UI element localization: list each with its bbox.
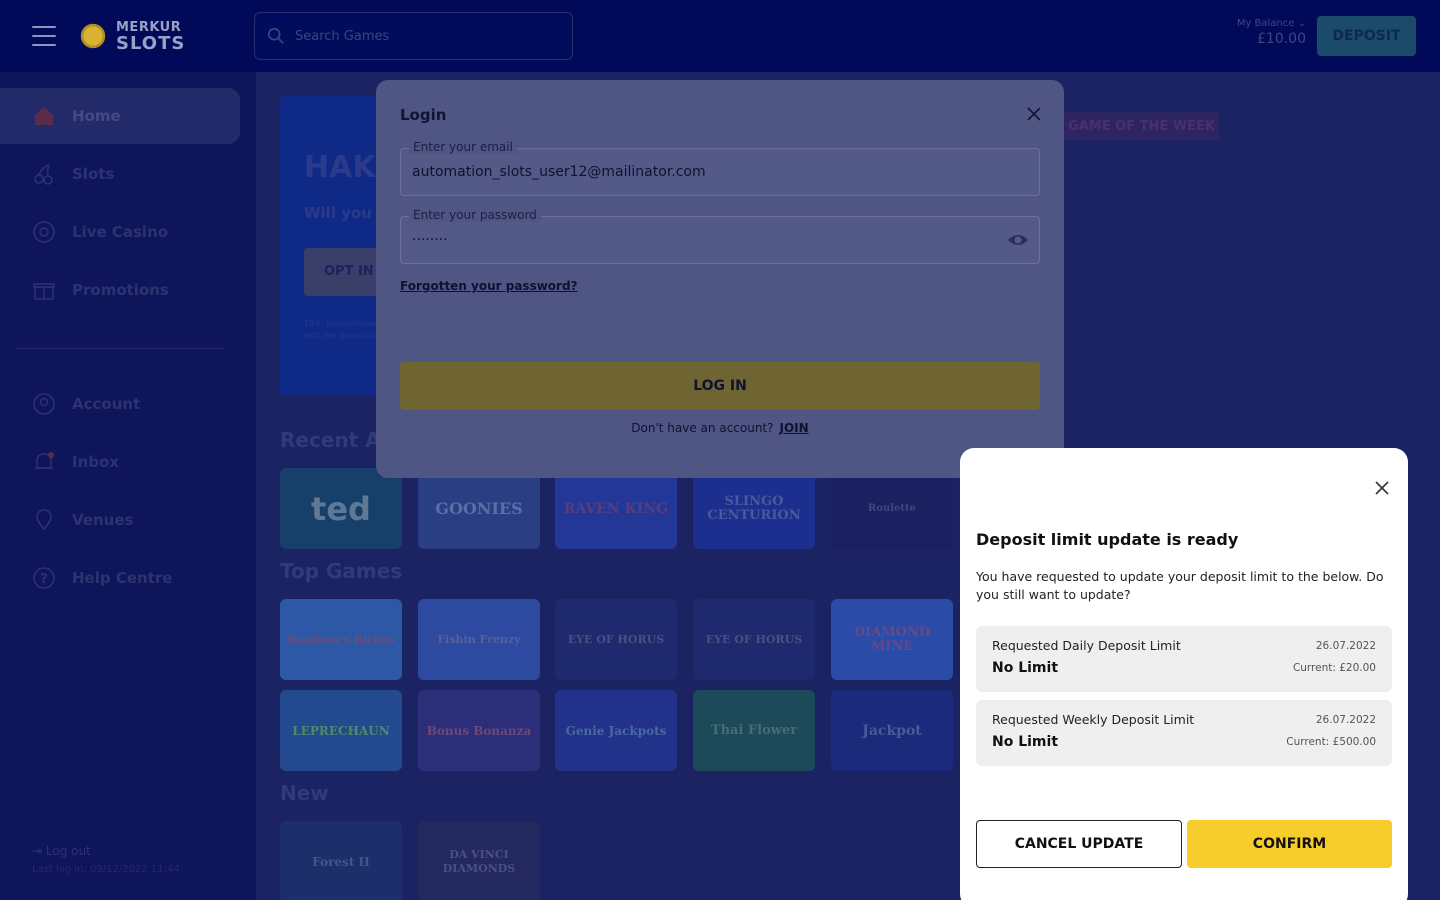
limit-name: Requested Daily Deposit Limit [992,638,1181,653]
sidebar-item-label: Live Casino [72,223,169,241]
sun-logo-icon [74,17,112,55]
balance-label: My Balance [1236,18,1295,29]
logo-line-2: SLOTS [116,33,186,54]
password-label: Enter your password [409,208,541,222]
logout-icon: ⇥ [32,844,43,858]
game-tile[interactable]: ted [280,468,402,549]
home-icon [35,107,53,125]
sidebar: Home Slots Live Casino Promotions Accoun… [0,72,256,900]
search-placeholder: Search Games [295,29,390,44]
login-title: Login [400,106,447,124]
sidebar-item-venues[interactable]: Venues [0,492,240,548]
deposit-button[interactable]: DEPOSIT [1317,16,1416,56]
game-tile[interactable]: Fishin Frenzy [418,599,540,680]
forgot-password-link[interactable]: Forgotten your password? [400,279,578,293]
game-tile[interactable]: SLINGO CENTURION [693,468,815,549]
eye-icon[interactable] [1007,231,1029,249]
sidebar-item-live-casino[interactable]: Live Casino [0,204,240,260]
daily-limit-card: Requested Daily Deposit Limit 26.07.2022… [976,626,1392,692]
game-tile[interactable]: Forest II [280,821,402,900]
join-link[interactable]: JOIN [780,421,809,435]
recent-section-title: Recent A [280,428,381,452]
game-tile[interactable]: Rainbow's Riches [280,599,402,680]
top-bar: MERKUR SLOTS Search Games My Balance ⌄ £… [0,0,1440,72]
email-field[interactable]: Enter your email automation_slots_user12… [400,140,1040,196]
svg-text:?: ? [40,572,48,587]
sidebar-item-inbox[interactable]: Inbox [0,434,240,490]
cancel-update-button[interactable]: CANCEL UPDATE [976,820,1182,868]
chevron-down-icon: ⌄ [1297,18,1306,29]
limit-name: Requested Weekly Deposit Limit [992,712,1195,727]
help-icon: ? [33,567,55,589]
sidebar-item-label: Help Centre [72,569,173,587]
sidebar-item-label: Venues [72,511,134,529]
confirm-button[interactable]: CONFIRM [1187,820,1392,868]
limit-value: No Limit [992,660,1059,676]
close-icon[interactable] [1026,106,1042,122]
merkur-slots-logo[interactable]: MERKUR SLOTS [74,16,186,56]
game-tile[interactable]: Roulette [831,468,953,549]
game-of-the-week-badge: GAME OF THE WEEK [1064,112,1219,140]
balance-value: £10.00 [1257,31,1306,47]
gift-icon [33,283,55,300]
location-pin-icon [36,509,52,531]
close-icon[interactable] [1374,480,1390,496]
weekly-limit-card: Requested Weekly Deposit Limit 26.07.202… [976,700,1392,766]
game-tile[interactable]: Genie Jackpots [555,690,677,771]
limit-date: 26.07.2022 [1315,640,1376,652]
game-tile[interactable]: Jackpot [831,690,953,771]
password-value: ········ [412,232,448,248]
search-icon [267,27,284,44]
menu-icon[interactable] [32,26,56,46]
last-login-text: Last log in: 09/12/2022 11:44 [32,864,180,875]
email-label: Enter your email [409,140,517,154]
sidebar-divider [16,348,224,349]
game-tile[interactable]: RAVEN KING [555,468,677,549]
limit-current: Current: £20.00 [1292,662,1376,674]
sidebar-item-label: Inbox [72,453,119,471]
password-field[interactable]: Enter your password ········ [400,208,1040,264]
sidebar-item-slots[interactable]: Slots [0,146,240,202]
sidebar-item-home[interactable]: Home [0,88,240,144]
roulette-icon [33,221,55,243]
top-games-section-title: Top Games [280,559,403,583]
login-button[interactable]: LOG IN [400,362,1040,410]
search-input[interactable]: Search Games [254,12,573,60]
cherries-icon [34,164,53,185]
game-tile[interactable]: EYE OF HORUS [693,599,815,680]
hero-title: HAK [304,150,376,185]
game-tile[interactable]: DA VINCI DIAMONDS [418,821,540,900]
balance-dropdown[interactable]: My Balance ⌄ £10.00 [1237,18,1306,47]
game-tile[interactable]: DIAMOND MINE [831,599,953,680]
sidebar-item-label: Home [72,107,121,125]
game-tile[interactable]: Thai Flower [693,690,815,771]
game-tile[interactable]: GOONIES [418,468,540,549]
email-value: automation_slots_user12@mailinator.com [412,164,706,180]
logout-label: Log out [45,844,91,858]
bell-icon [35,452,54,469]
sidebar-item-label: Promotions [72,281,169,299]
no-account-label: Don't have an account? [631,421,774,435]
sidebar-item-account[interactable]: Account [0,376,240,432]
sidebar-item-promotions[interactable]: Promotions [0,262,240,318]
user-icon [33,393,55,415]
sidebar-item-label: Slots [72,165,115,183]
hero-subtitle: Will you [304,204,372,222]
no-account-text: Don't have an account? JOIN [376,421,1064,435]
logout-link[interactable]: ⇥ Log out [32,844,91,858]
game-tile[interactable]: EYE OF HORUS [555,599,677,680]
new-section-title: New [280,781,329,805]
deposit-limit-panel: Deposit limit update is ready You have r… [960,448,1408,900]
game-tile[interactable]: Bonus Bonanza [418,690,540,771]
limit-value: No Limit [992,734,1059,750]
deposit-limit-title: Deposit limit update is ready [976,530,1239,549]
game-tile[interactable]: LEPRECHAUN [280,690,402,771]
sidebar-item-label: Account [72,395,141,413]
login-modal: Login Enter your email automation_slots_… [376,80,1064,478]
limit-date: 26.07.2022 [1315,714,1376,726]
deposit-limit-description: You have requested to update your deposi… [976,569,1384,602]
limit-current: Current: £500.00 [1286,736,1376,748]
sidebar-item-help-centre[interactable]: ? Help Centre [0,550,240,606]
